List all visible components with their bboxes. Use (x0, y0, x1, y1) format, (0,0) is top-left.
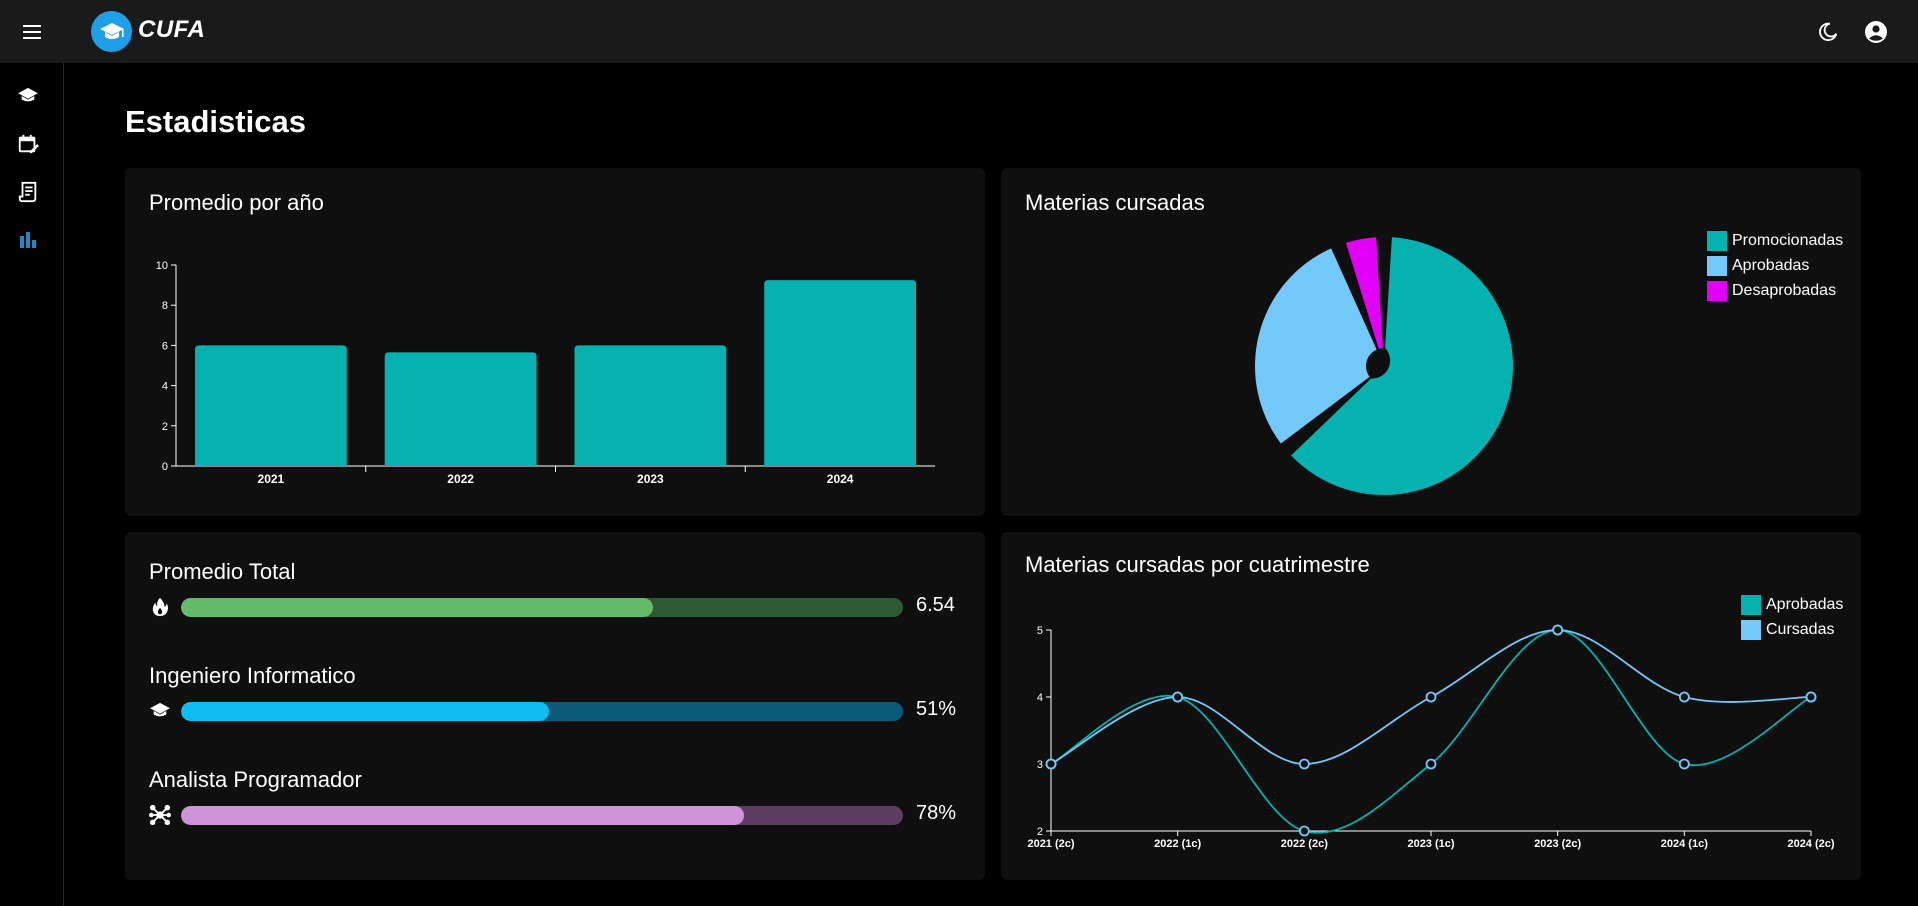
x-tick-label: 2022 (447, 472, 474, 486)
data-point[interactable] (1172, 691, 1184, 703)
top-app-bar: CUFA (0, 0, 1918, 63)
hub-icon (149, 804, 171, 826)
stat-label: Ingeniero Informatico (149, 663, 356, 688)
line-legend: Aprobadas Cursadas (1741, 592, 1843, 642)
legend-swatch (1741, 619, 1761, 640)
y-tick-label: 0 (162, 461, 168, 473)
x-tick-label: 2021 (2c) (1027, 838, 1074, 850)
x-tick-label: 2022 (2c) (1281, 838, 1328, 850)
school-icon[interactable] (14, 82, 42, 110)
app-brand[interactable]: CUFA (138, 16, 205, 44)
x-tick-label: 2024 (1c) (1661, 838, 1708, 850)
calendar-edit-icon[interactable] (14, 130, 42, 158)
data-point[interactable] (1678, 691, 1690, 703)
progress-fill (181, 702, 550, 721)
x-tick-label: 2024 (2c) (1787, 838, 1834, 850)
subjects-per-term-line-chart: 2 3 4 5 2021 (2c) 2022 (1c) 2022 (2c) 2023 (1c)… (1027, 624, 1835, 850)
stat-total-average: Promedio Total 6.54 (149, 559, 969, 617)
stat-label: Promedio Total (149, 559, 296, 584)
legend-item[interactable]: Desaprobadas (1707, 278, 1843, 303)
bar[interactable] (574, 345, 727, 466)
x-tick-label: 2022 (1c) (1154, 838, 1201, 850)
legend-swatch (1707, 280, 1727, 301)
legend-label: Cursadas (1766, 620, 1835, 638)
subjects-per-term-card: Materias cursadas por cuatrimestre 23452… (1001, 532, 1861, 880)
legend-label: Promocionadas (1732, 231, 1844, 249)
school-icon (149, 700, 171, 722)
x-tick-label: 2024 (827, 472, 854, 486)
stat-label: Analista Programador (149, 767, 362, 792)
legend-item[interactable]: Cursadas (1741, 617, 1843, 642)
stat-value: 6.54 (916, 594, 955, 616)
page-title: Estadisticas (125, 104, 306, 139)
stat-computer-engineer: Ingeniero Informatico 51% (149, 663, 969, 721)
menu-icon[interactable] (19, 19, 45, 45)
x-tick-label: 2021 (258, 472, 285, 486)
bar[interactable] (764, 280, 917, 466)
stat-programmer-analyst: Analista Programador 78% (149, 767, 969, 826)
legend-swatch (1741, 594, 1761, 615)
data-point[interactable] (1045, 758, 1057, 770)
data-point[interactable] (1425, 758, 1437, 770)
bar[interactable] (194, 345, 347, 466)
progress-bar (181, 598, 903, 617)
average-per-year-card: Promedio por año 0 2 4 6 8 10 2021 2022 2023 2024 (125, 168, 985, 516)
y-tick-label: 6 (162, 340, 168, 352)
receipt-icon[interactable] (14, 178, 42, 206)
data-point[interactable] (1298, 758, 1310, 770)
x-tick-label: 2023 (637, 472, 664, 486)
y-tick-label: 2 (162, 421, 168, 433)
progress-card: Promedio Total 6.54 Ingeniero Informatic… (125, 532, 985, 880)
progress-bar (181, 702, 903, 721)
legend-swatch (1707, 230, 1727, 251)
data-point[interactable] (1298, 825, 1310, 837)
progress-bar (181, 806, 903, 825)
x-tick-label: 2023 (1c) (1407, 838, 1454, 850)
fire-icon (149, 596, 171, 618)
legend-item[interactable]: Aprobadas (1707, 253, 1843, 278)
series-line (1050, 629, 1812, 834)
account-circle-icon[interactable] (1862, 18, 1890, 46)
legend-item[interactable]: Aprobadas (1741, 592, 1843, 617)
stat-value: 51% (916, 698, 957, 720)
sidebar (0, 63, 64, 906)
data-point[interactable] (1805, 691, 1817, 703)
legend-swatch (1707, 255, 1727, 276)
y-tick-label: 4 (1037, 692, 1043, 704)
y-tick-label: 3 (1037, 759, 1043, 771)
y-tick-label: 4 (162, 381, 168, 393)
data-point[interactable] (1425, 691, 1437, 703)
progress-fill (181, 806, 745, 825)
data-point[interactable] (1552, 624, 1564, 636)
y-tick-label: 2 (1037, 826, 1043, 838)
bar[interactable] (384, 352, 537, 466)
x-tick-label: 2023 (2c) (1534, 838, 1581, 850)
average-per-year-bar-chart: 0 2 4 6 8 10 2021 2022 2023 2024 (156, 260, 935, 486)
progress-fill (181, 598, 654, 617)
graduation-cap-icon[interactable] (91, 11, 132, 52)
legend-label: Desaprobadas (1732, 281, 1837, 299)
subjects-taken-card: Materias cursadas Promocionadas Aprobadas… (1001, 168, 1861, 516)
y-tick-label: 8 (162, 300, 168, 312)
data-point[interactable] (1678, 758, 1690, 770)
y-tick-label: 5 (1037, 625, 1043, 637)
stat-value: 78% (916, 802, 957, 824)
legend-label: Aprobadas (1766, 595, 1844, 613)
bar-chart-icon[interactable] (14, 226, 42, 254)
subjects-taken-pie-chart (1255, 237, 1513, 495)
pie-legend: Promocionadas Aprobadas Desaprobadas (1707, 228, 1843, 303)
moon-icon[interactable] (1814, 18, 1842, 46)
y-tick-label: 10 (156, 260, 168, 272)
legend-label: Aprobadas (1732, 256, 1810, 274)
legend-item[interactable]: Promocionadas (1707, 228, 1843, 253)
